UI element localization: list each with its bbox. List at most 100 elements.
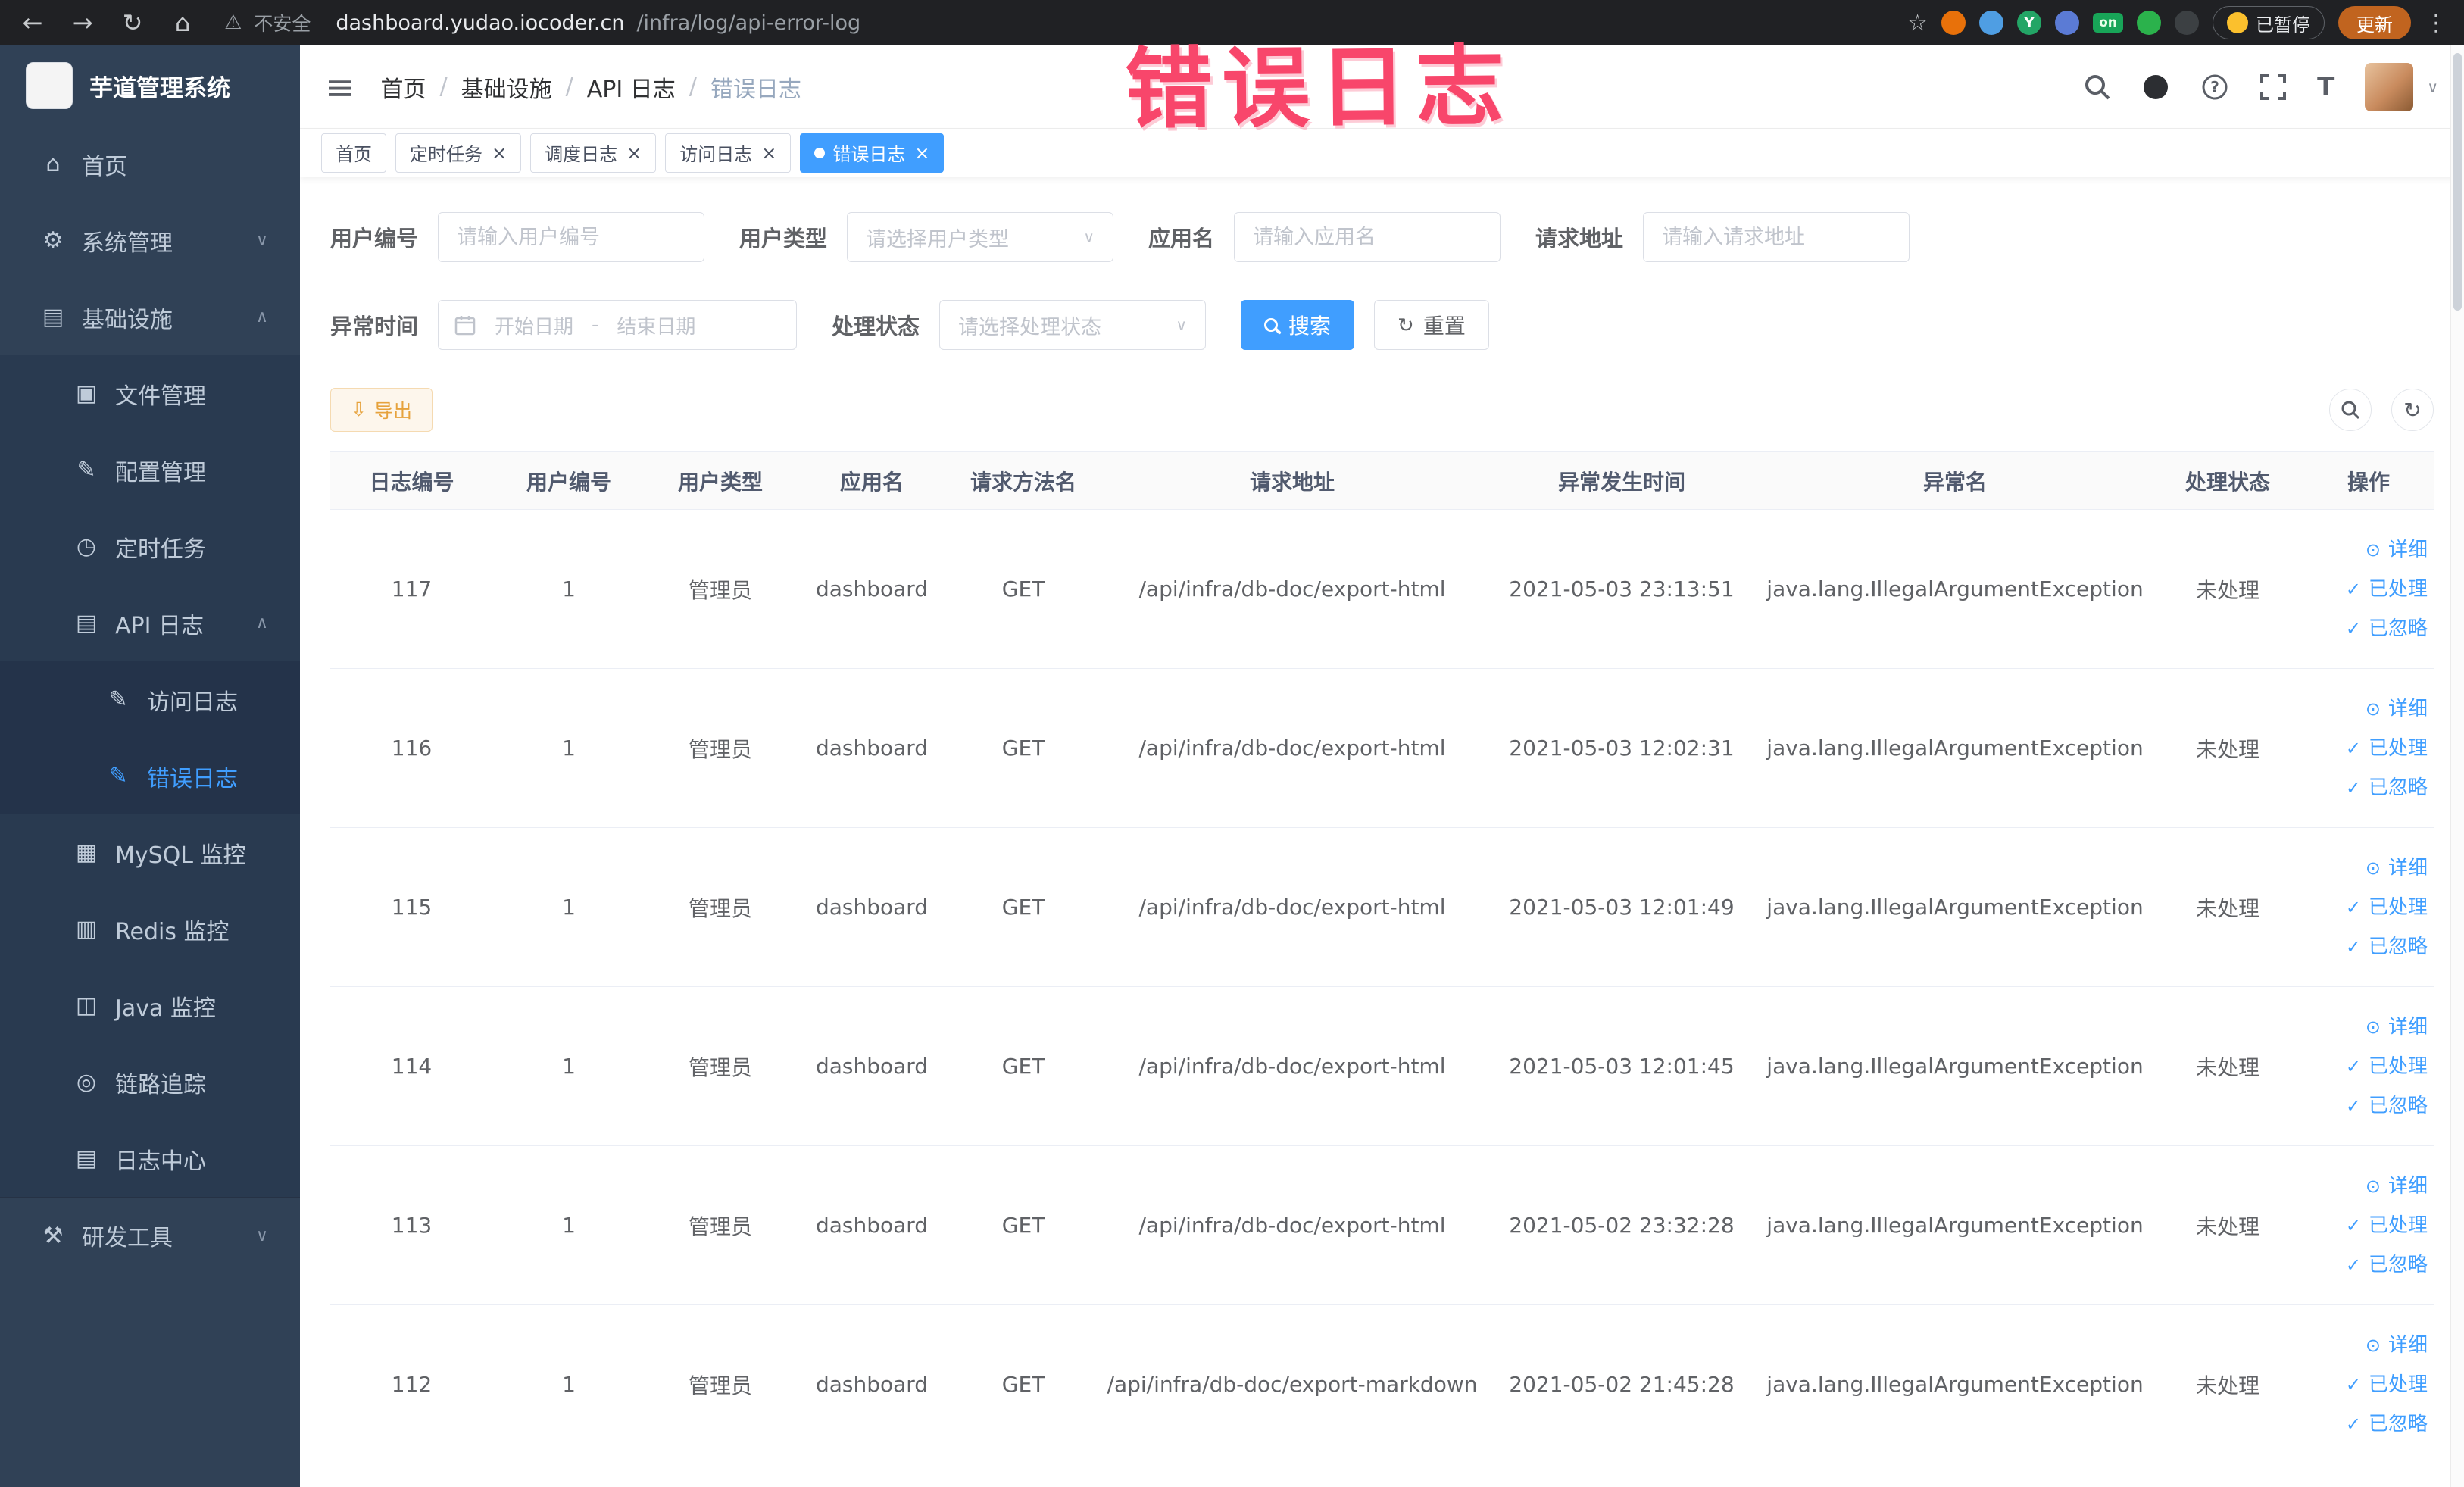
user-id-input[interactable]	[438, 212, 705, 262]
cell-method: GET	[948, 827, 1099, 987]
bookmark-star-icon[interactable]: ☆	[1907, 10, 1928, 36]
sidebar-item-system-management[interactable]: ⚙ 系统管理 ∨	[0, 202, 300, 279]
action-ignored-link[interactable]: ✓ 已忽略	[2311, 1245, 2428, 1285]
sidebar-item-scheduled-tasks[interactable]: ◷ 定时任务	[0, 508, 300, 585]
address-bar[interactable]: ⚠ 不安全 dashboard.yudao.iocoder.cn/infra/l…	[224, 9, 1889, 36]
sidebar-item-java-monitor[interactable]: ◫ Java 监控	[0, 967, 300, 1044]
paused-badge[interactable]: 已暂停	[2213, 6, 2325, 39]
breadcrumb-item[interactable]: 基础设施	[461, 70, 552, 104]
action-processed-link[interactable]: ✓ 已处理	[2311, 888, 2428, 927]
search-icon[interactable]	[2084, 73, 2111, 101]
action-ignored-link[interactable]: ✓ 已忽略	[2311, 1404, 2428, 1444]
sidebar-item-error-log[interactable]: ✎ 错误日志	[0, 738, 300, 814]
breadcrumb-item[interactable]: 错误日志	[710, 70, 801, 104]
action-detail-link[interactable]: ⊙ 详细	[2311, 848, 2428, 888]
sidebar-item-home[interactable]: ⌂ 首页	[0, 126, 300, 202]
avatar[interactable]	[2365, 62, 2414, 111]
help-icon[interactable]: ?	[2200, 73, 2229, 102]
scrollbar-thumb[interactable]	[2453, 53, 2462, 311]
cell-method: GET	[948, 668, 1099, 828]
chevron-down-icon[interactable]: ∨	[2427, 78, 2438, 96]
action-ignored-link[interactable]: ✓ 已忽略	[2311, 927, 2428, 967]
close-icon[interactable]: ×	[626, 142, 642, 164]
tags-view-item[interactable]: 访问日志 ×	[665, 133, 792, 173]
tags-view-item[interactable]: 首页	[321, 133, 386, 173]
fullscreen-icon[interactable]	[2259, 73, 2287, 101]
action-ignored-link[interactable]: ✓ 已忽略	[2311, 768, 2428, 808]
close-icon[interactable]: ×	[914, 142, 929, 164]
extension-y-icon[interactable]: Y	[2017, 11, 2041, 35]
extension-orange-icon[interactable]	[1941, 11, 1966, 35]
app-name-input[interactable]	[1234, 212, 1501, 262]
sidebar-item-infrastructure[interactable]: ▤ 基础设施 ∧	[0, 279, 300, 355]
page: ← → ↻ ⌂ ⚠ 不安全 dashboard.yudao.iocoder.cn…	[0, 0, 2464, 1487]
cell-id: 113	[330, 1145, 493, 1305]
action-detail-link[interactable]: ⊙ 详细	[2311, 1007, 2428, 1047]
filter-request-url: 请求地址	[1535, 212, 1910, 262]
cell-status: 未处理	[2152, 1145, 2303, 1305]
toggle-search-button[interactable]	[2329, 389, 2372, 431]
sidebar-menu: ⌂ 首页 ⚙ 系统管理 ∨ ▤ 基础设施 ∧ ▣ 文件管理 ✎ 配置管理 ◷ 定时任务 ▤ API 日志 ∧ ✎ 访…	[0, 126, 300, 1273]
browser-menu-icon[interactable]: ⋮	[2425, 10, 2447, 36]
extension-grid-icon[interactable]	[2055, 11, 2079, 35]
exception-time-range[interactable]: 开始日期 - 结束日期	[438, 300, 798, 350]
table-row: 113 1 管理员 dashboard GET/api/infra/db-doc/exp…	[330, 1145, 2434, 1305]
close-icon[interactable]: ×	[492, 142, 507, 164]
reload-icon[interactable]: ↻	[117, 8, 148, 37]
hamburger-icon[interactable]: ≡	[326, 67, 355, 108]
extension-on-badge[interactable]: on	[2093, 13, 2123, 33]
scrollbar[interactable]	[2450, 45, 2464, 1487]
extension-leaf-icon[interactable]	[2137, 11, 2161, 35]
github-icon[interactable]	[2141, 73, 2170, 102]
cell-user_type: 管理员	[645, 668, 796, 828]
user-type-select[interactable]: 请选择用户类型 ∨	[847, 212, 1114, 262]
sidebar-item-redis-monitor[interactable]: ▥ Redis 监控	[0, 891, 300, 967]
sidebar-item-link-tracing[interactable]: ◎ 链路追踪	[0, 1044, 300, 1120]
update-button[interactable]: 更新	[2338, 6, 2411, 39]
export-button[interactable]: ⇩ 导出	[330, 388, 433, 432]
sidebar-item-log-center[interactable]: ▤ 日志中心	[0, 1120, 300, 1197]
select-placeholder: 请选择用户类型	[866, 227, 1010, 251]
cell-app: dashboard	[796, 509, 948, 669]
tags-view-item[interactable]: 错误日志 ×	[800, 133, 945, 173]
tags-view-item[interactable]: 调度日志 ×	[530, 133, 657, 173]
font-size-icon[interactable]: T	[2317, 72, 2334, 102]
action-detail-link[interactable]: ⊙ 详细	[2311, 1167, 2428, 1206]
sidebar-item-mysql-monitor[interactable]: ▦ MySQL 监控	[0, 814, 300, 891]
action-ignored-link[interactable]: ✓ 已忽略	[2311, 1086, 2428, 1126]
action-processed-link[interactable]: ✓ 已处理	[2311, 1365, 2428, 1404]
sidebar-item-access-log[interactable]: ✎ 访问日志	[0, 661, 300, 738]
breadcrumb-item[interactable]: API 日志	[587, 70, 676, 104]
sidebar-item-label: 研发工具	[82, 1225, 173, 1251]
action-processed-link[interactable]: ✓ 已处理	[2311, 1206, 2428, 1245]
tags-view-item[interactable]: 定时任务 ×	[395, 133, 522, 173]
process-status-select[interactable]: 请选择处理状态 ∨	[939, 300, 1207, 350]
action-processed-link[interactable]: ✓ 已处理	[2311, 1047, 2428, 1086]
refresh-table-button[interactable]: ↻	[2391, 389, 2434, 431]
action-ignored-link[interactable]: ✓ 已忽略	[2311, 609, 2428, 648]
sidebar-item-api-logs[interactable]: ▤ API 日志 ∧	[0, 585, 300, 661]
close-icon[interactable]: ×	[761, 142, 776, 164]
action-detail-link[interactable]: ⊙ 详细	[2311, 530, 2428, 570]
extension-drop-icon[interactable]	[1979, 11, 2003, 35]
action-processed-link[interactable]: ✓ 已处理	[2311, 729, 2428, 768]
cell-time: 2021-05-03 23:13:51	[1485, 509, 1758, 669]
sidebar-item-dev-tools[interactable]: ⚒ 研发工具 ∨	[0, 1197, 300, 1273]
user-type-label: 用户类型	[739, 226, 828, 251]
sidebar-item-file-management[interactable]: ▣ 文件管理	[0, 355, 300, 432]
breadcrumb-item[interactable]: 首页	[381, 70, 426, 104]
request-url-input[interactable]	[1643, 212, 1910, 262]
reset-button[interactable]: ↻ 重置	[1374, 300, 1489, 350]
action-processed-link[interactable]: ✓ 已处理	[2311, 570, 2428, 609]
extensions-puzzle-icon[interactable]	[2175, 11, 2199, 35]
filter-row-1: 用户编号 用户类型 请选择用户类型 ∨ 应用名 请求地址	[330, 212, 2434, 262]
logo[interactable]: 芋道管理系统	[0, 45, 300, 126]
back-icon[interactable]: ←	[17, 8, 48, 37]
action-detail-link[interactable]: ⊙ 详细	[2311, 1326, 2428, 1365]
forward-icon[interactable]: →	[67, 8, 98, 37]
search-button[interactable]: 搜索	[1241, 300, 1355, 350]
home-icon[interactable]: ⌂	[167, 8, 198, 37]
cell-method: GET	[948, 509, 1099, 669]
sidebar-item-config-management[interactable]: ✎ 配置管理	[0, 432, 300, 508]
action-detail-link[interactable]: ⊙ 详细	[2311, 689, 2428, 729]
